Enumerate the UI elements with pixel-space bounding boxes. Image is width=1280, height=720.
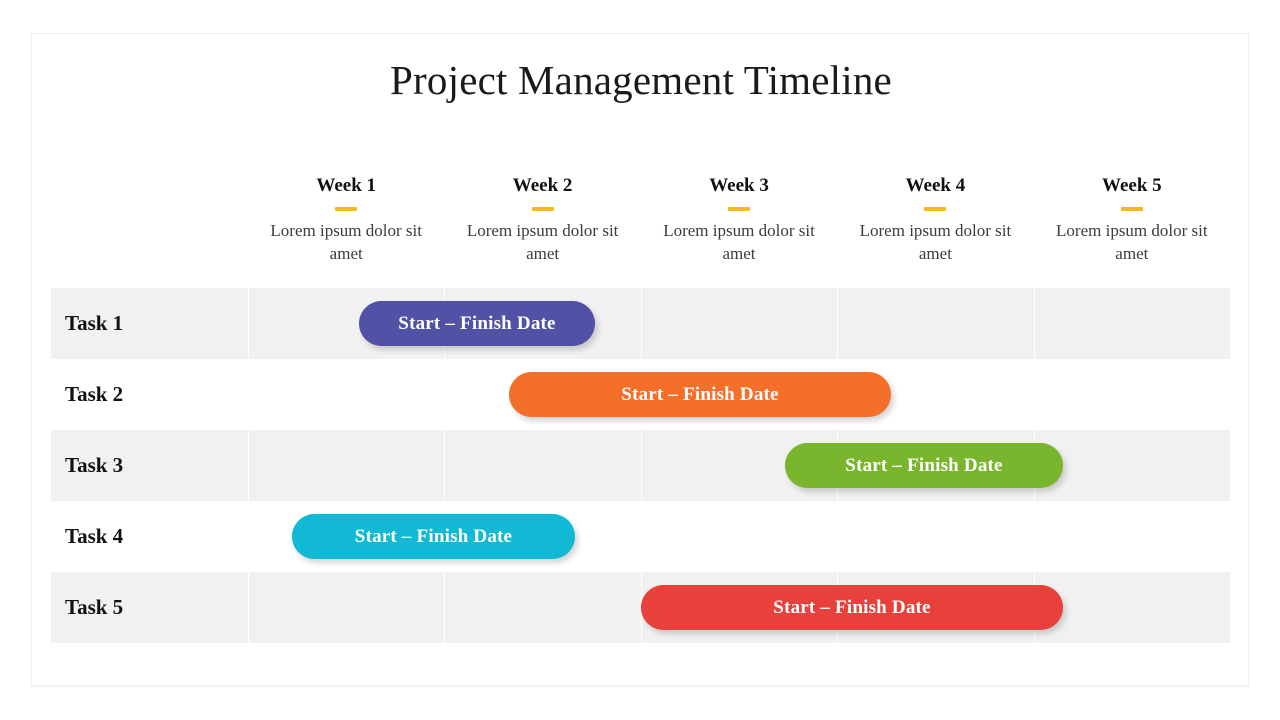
table-row: Task 1 Start – Finish Date [51,288,1230,359]
gantt-bar[interactable]: Start – Finish Date [509,372,891,417]
accent-dash-icon [531,207,554,211]
week-label: Week 2 [512,175,573,196]
week-label: Week 3 [709,175,769,196]
week-description: Lorem ipsum dolor sit amet [1056,221,1208,263]
week-column-header-1: Week 1 Lorem ipsum dolor sit amet [248,174,444,299]
slide-canvas: Project Management Timeline Week 1 Lorem … [0,0,1280,720]
timeline-card: Project Management Timeline Week 1 Lorem … [31,33,1249,686]
task-label: Task 4 [65,524,124,548]
column-divider [444,572,446,643]
column-divider [444,430,446,501]
task-label: Task 1 [65,311,124,335]
week-description: Lorem ipsum dolor sit amet [859,221,1012,263]
gantt-bar[interactable]: Start – Finish Date [359,301,595,346]
week-column-header-4: Week 4 Lorem ipsum dolor sit amet [837,174,1033,299]
accent-dash-icon [1120,207,1143,211]
accent-dash-icon [335,207,358,211]
week-description: Lorem ipsum dolor sit amet [270,221,422,263]
column-divider [640,288,642,359]
task-rows-container: Task 1 Start – Finish Date Task 2 Start – F… [51,288,1230,659]
table-row: Task 4 Start – Finish Date [51,501,1230,572]
column-divider [640,430,642,501]
page-title: Project Management Timeline [390,57,892,103]
table-row: Task 3 Start – Finish Date [51,430,1230,501]
column-divider [837,288,839,359]
column-divider [248,288,249,359]
column-divider [248,430,249,501]
week-column-header-5: Week 5 Lorem ipsum dolor sit amet [1034,174,1230,299]
gantt-bar[interactable]: Start – Finish Date [292,514,575,559]
task-label: Task 5 [65,595,124,619]
column-divider [1033,288,1035,359]
table-row: Task 5 Start – Finish Date [51,572,1230,643]
week-label: Week 5 [1102,175,1162,196]
gantt-bar[interactable]: Start – Finish Date [785,443,1063,488]
week-description: Lorem ipsum dolor sit amet [663,221,815,263]
column-divider [248,572,249,643]
gantt-bar[interactable]: Start – Finish Date [641,585,1063,630]
task-label: Task 2 [65,382,124,406]
week-description: Lorem ipsum dolor sit amet [466,221,619,263]
accent-dash-icon [924,207,947,211]
accent-dash-icon [728,207,751,211]
task-label: Task 3 [65,453,124,477]
table-row: Task 2 Start – Finish Date [51,359,1230,430]
week-column-header-2: Week 2 Lorem ipsum dolor sit amet [444,174,640,299]
week-header-row: Week 1 Lorem ipsum dolor sit amet Week 2 Lo… [248,174,1230,299]
week-column-header-3: Week 3 Lorem ipsum dolor sit amet [641,174,837,299]
week-label: Week 1 [316,175,377,196]
week-label: Week 4 [905,175,966,196]
